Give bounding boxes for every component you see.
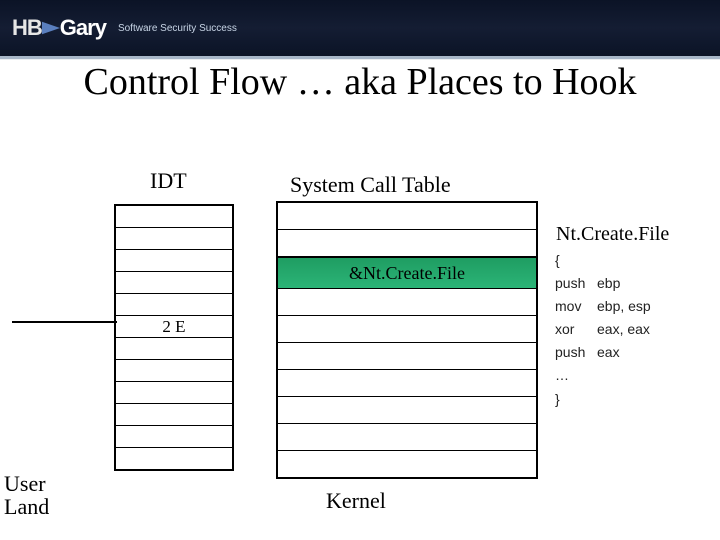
sct-row — [278, 203, 536, 230]
asm-line: { — [555, 249, 651, 272]
logo-hb: HB — [12, 15, 42, 40]
asm-line: pushebp — [555, 272, 651, 295]
slide-title: Control Flow … aka Places to Hook — [50, 60, 670, 106]
asm-line: xoreax, eax — [555, 318, 651, 341]
idt-row — [116, 426, 232, 448]
sct-row-highlight: &Nt.Create.File — [278, 257, 536, 289]
userland-line1: User — [4, 471, 46, 496]
idt-row — [116, 338, 232, 360]
asm-arg: eax — [597, 344, 620, 360]
asm-arg: ebp, esp — [597, 298, 651, 314]
idt-row — [116, 250, 232, 272]
asm-op: { — [555, 249, 597, 272]
idt-table: 2 E — [114, 204, 234, 471]
function-label: Nt.Create.File — [556, 223, 669, 246]
asm-listing: {pushebpmovebp, espxoreax, eaxpusheax…} — [555, 249, 651, 411]
idt-row — [116, 206, 232, 228]
header-bar: HB Gary Software Security Success — [0, 0, 720, 59]
asm-op: } — [555, 388, 597, 411]
idt-row: 2 E — [116, 316, 232, 338]
logo-tagline: Software Security Success — [118, 23, 237, 34]
brand-logo: HB Gary Software Security Success — [12, 15, 237, 41]
idt-label: IDT — [150, 168, 187, 194]
asm-op: push — [555, 341, 597, 364]
sct-row — [278, 230, 536, 257]
sct-row — [278, 343, 536, 370]
logo-text: HB Gary — [12, 15, 106, 41]
asm-op: … — [555, 364, 597, 387]
asm-op: push — [555, 272, 597, 295]
asm-arg: eax, eax — [597, 321, 650, 337]
sct-row — [278, 316, 536, 343]
idt-row — [116, 404, 232, 426]
userland-label: User Land — [4, 472, 49, 518]
asm-op: mov — [555, 295, 597, 318]
sct-row — [278, 370, 536, 397]
sct-row — [278, 289, 536, 316]
idt-row — [116, 360, 232, 382]
idt-row — [116, 382, 232, 404]
sct-row — [278, 451, 536, 477]
idt-row — [116, 228, 232, 250]
asm-line: … — [555, 364, 651, 387]
triangle-right-icon — [42, 21, 60, 35]
sct-label: System Call Table — [290, 172, 451, 198]
asm-line: pusheax — [555, 341, 651, 364]
userland-line2: Land — [4, 494, 49, 519]
sct-table: &Nt.Create.File — [276, 201, 538, 479]
logo-gary: Gary — [60, 15, 106, 40]
sct-row — [278, 397, 536, 424]
asm-op: xor — [555, 318, 597, 341]
idt-row — [116, 272, 232, 294]
idt-row — [116, 448, 232, 469]
sct-row — [278, 424, 536, 451]
kernel-label: Kernel — [326, 488, 386, 514]
asm-line: movebp, esp — [555, 295, 651, 318]
asm-arg: ebp — [597, 275, 620, 291]
idt-row — [116, 294, 232, 316]
asm-line: } — [555, 388, 651, 411]
